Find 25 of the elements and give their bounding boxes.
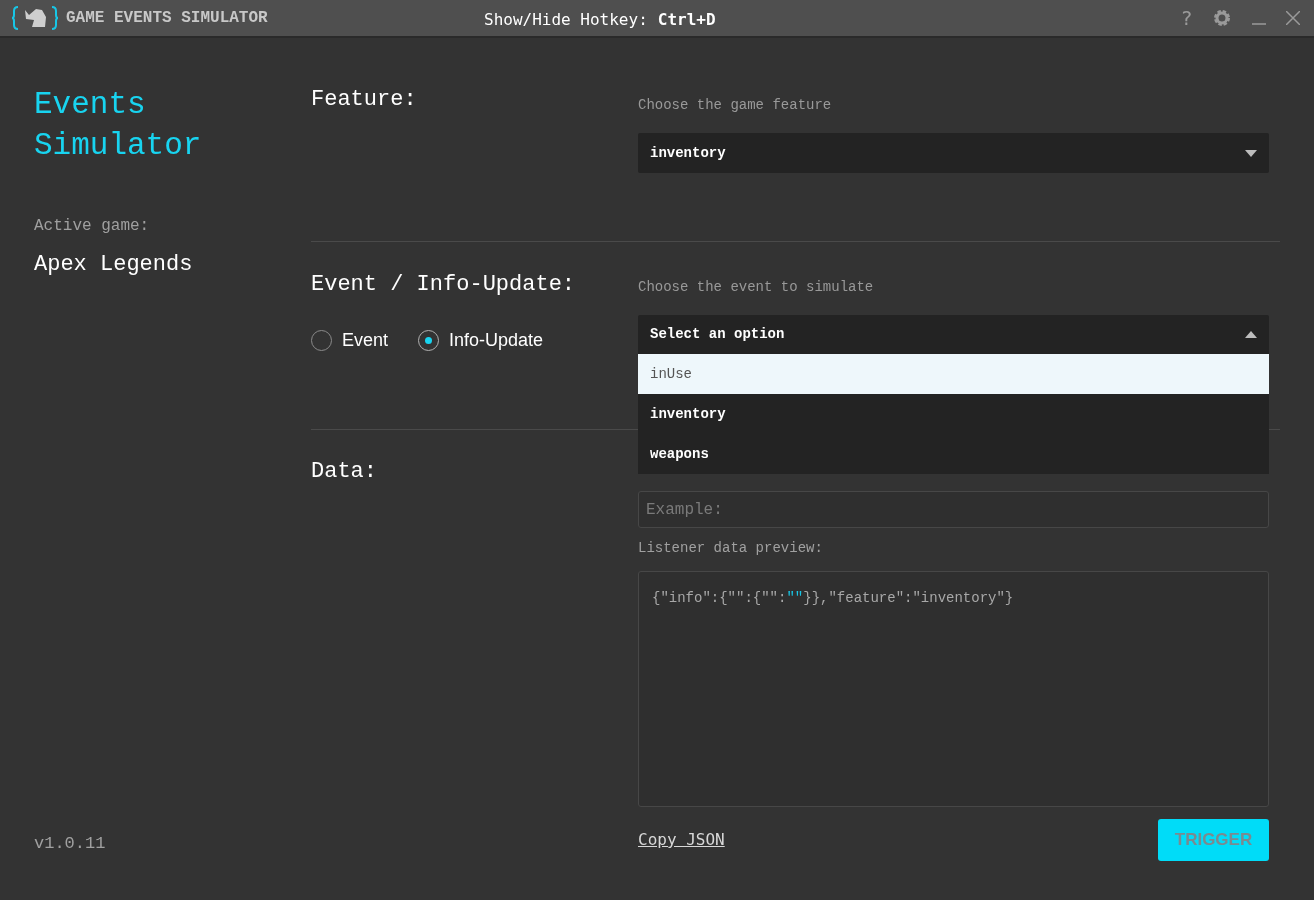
data-input-field[interactable]: Example:: [638, 491, 1269, 528]
preview-label: Listener data preview:: [638, 539, 824, 558]
field-hint: Choose the game feature: [638, 96, 833, 115]
section-heading: Event / Info-Update:: [311, 271, 577, 299]
dropdown-option[interactable]: weapons: [638, 434, 1269, 474]
version-label: v1.0.11: [34, 832, 107, 855]
hotkey-label: Show/Hide Hotkey:: [484, 9, 648, 31]
window-title: GAME EVENTS SIMULATOR: [66, 8, 268, 29]
radio-option[interactable]: Event: [311, 327, 389, 354]
copy-json-link[interactable]: Copy JSON: [638, 828, 725, 852]
field-hint: Choose the event to simulate: [638, 278, 875, 297]
close-icon[interactable]: [1286, 11, 1300, 25]
sidebar-title: Events Simulator: [34, 86, 203, 165]
feature-dropdown[interactable]: inventory: [638, 133, 1269, 173]
dropdown-option[interactable]: inUse: [638, 354, 1269, 394]
active-game-label: Active game:: [34, 216, 151, 237]
preview-json-text: {"info":{"":{"":""}},"feature":"inventory"}: [652, 589, 1014, 608]
section-heading: Data:: [311, 458, 378, 486]
section-heading: Feature:: [311, 86, 418, 114]
radio-option[interactable]: Info-Update: [418, 327, 544, 354]
event-dropdown[interactable]: Select an option: [638, 315, 1269, 354]
active-game-name: Apex Legends: [34, 251, 194, 279]
dropdown-option[interactable]: inventory: [638, 394, 1269, 434]
settings-icon[interactable]: [1212, 8, 1232, 28]
hotkey-value: Ctrl+D: [657, 9, 716, 31]
